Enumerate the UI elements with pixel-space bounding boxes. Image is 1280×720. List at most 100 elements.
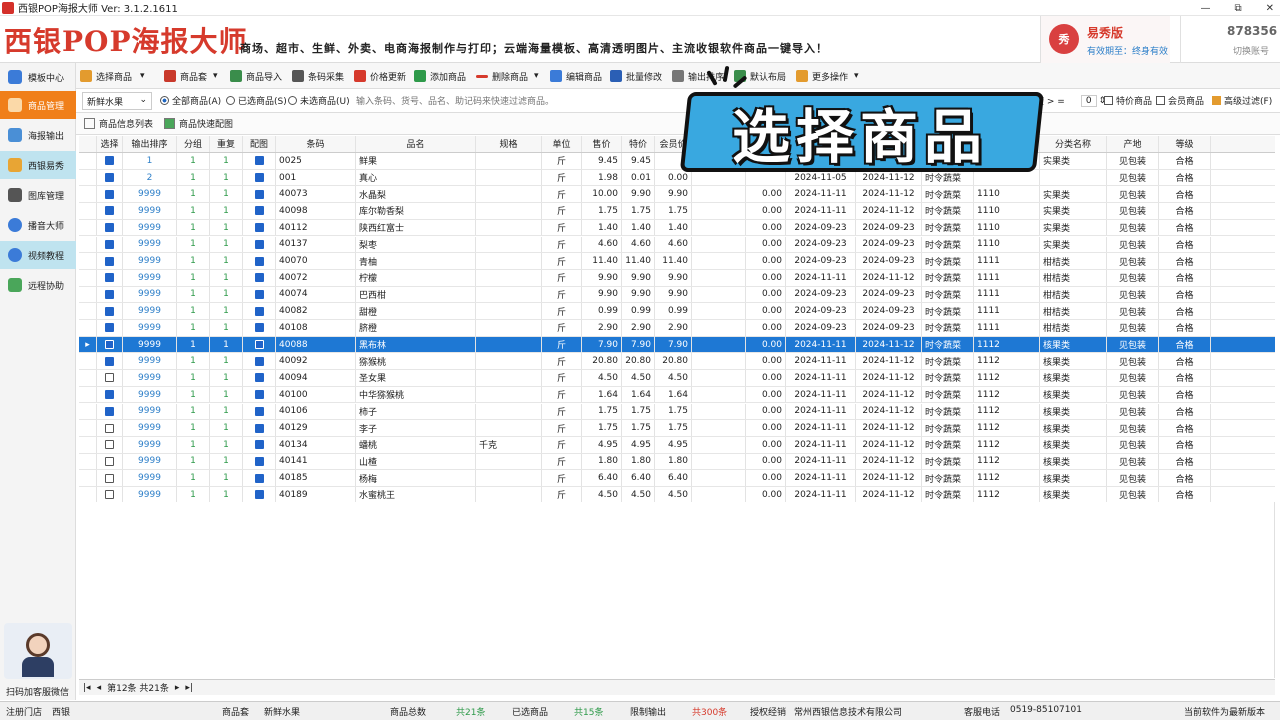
- image-checkbox[interactable]: [243, 403, 276, 420]
- category-select[interactable]: 新鲜水果 ⌄: [82, 92, 152, 110]
- table-row[interactable]: 9999 1 1 40112 陕西红富士斤 1.40 1.40 1.40 0.00 2024-09…: [79, 219, 1275, 237]
- sidebar-item-broadcast[interactable]: 播音大师: [0, 211, 76, 239]
- prev-page-icon[interactable]: ◂: [97, 683, 102, 693]
- price-update-button[interactable]: 价格更新: [354, 66, 406, 86]
- table-row[interactable]: 2 1 1 001 真心斤 1.98 0.01 0.00 2024-11-05 2024-11-1…: [79, 169, 1275, 187]
- column-header[interactable]: 条码: [276, 136, 356, 152]
- image-checkbox[interactable]: [243, 153, 276, 169]
- product-import-button[interactable]: 商品导入: [230, 66, 282, 86]
- select-checkbox[interactable]: [97, 420, 123, 436]
- select-checkbox[interactable]: [97, 236, 123, 253]
- table-row[interactable]: 9999 1 1 40141 山楂斤 1.80 1.80 1.80 0.00 2024-11-11…: [79, 453, 1275, 471]
- image-checkbox[interactable]: [243, 203, 276, 219]
- tab-quick-image[interactable]: 商品快速配图: [164, 117, 233, 130]
- column-header[interactable]: 配图: [243, 136, 276, 152]
- table-row[interactable]: 9999 1 1 40185 杨梅斤 6.40 6.40 6.40 0.00 2024-11-11…: [79, 470, 1275, 487]
- table-row[interactable]: 9999 1 1 40082 甜橙斤 0.99 0.99 0.99 0.00 2024-09-23…: [79, 303, 1275, 320]
- advanced-filter-button[interactable]: 高级过滤(F): [1212, 94, 1272, 107]
- table-row[interactable]: 1 1 1 0025 鲜果斤 9.45 9.45 实果类 见包装 合格: [79, 153, 1275, 170]
- select-checkbox[interactable]: [97, 269, 123, 286]
- select-checkbox[interactable]: [97, 286, 123, 303]
- special-checkbox[interactable]: 特价商品: [1104, 94, 1152, 107]
- first-page-icon[interactable]: |◂: [83, 683, 91, 693]
- select-checkbox[interactable]: [97, 386, 123, 403]
- image-checkbox[interactable]: [243, 236, 276, 253]
- column-header[interactable]: 等级: [1159, 136, 1211, 152]
- radio-selected-products[interactable]: 已选商品(S): [226, 94, 287, 107]
- select-checkbox[interactable]: [97, 487, 123, 503]
- column-header[interactable]: 重复: [210, 136, 243, 152]
- table-row[interactable]: 9999 1 1 40108 脐橙斤 2.90 2.90 2.90 0.00 2024-09-23…: [79, 320, 1275, 337]
- sidebar-item-templates[interactable]: 模板中心: [0, 63, 76, 91]
- select-checkbox[interactable]: [97, 253, 123, 269]
- select-checkbox[interactable]: [97, 303, 123, 319]
- sidebar-item-video-tutorial[interactable]: 视频教程: [0, 241, 76, 269]
- table-row[interactable]: 9999 1 1 40100 中华猕猴桃斤 1.64 1.64 1.64 0.00 2024-11…: [79, 386, 1275, 404]
- switch-account-link[interactable]: 切换账号: [1233, 44, 1269, 57]
- column-header[interactable]: 输出排序: [123, 136, 177, 152]
- column-header[interactable]: 特价: [622, 136, 655, 152]
- column-header[interactable]: [79, 136, 97, 152]
- add-product-button[interactable]: 添加商品: [414, 66, 466, 86]
- column-header[interactable]: 规格: [476, 136, 542, 152]
- table-row[interactable]: 9999 1 1 40073 水晶梨斤 10.00 9.90 9.90 0.00 2024-11-…: [79, 186, 1275, 204]
- radio-unselected-products[interactable]: 未选商品(U): [288, 94, 350, 107]
- table-row[interactable]: 9999 1 1 40072 柠檬斤 9.90 9.90 9.90 0.00 2024-11-11…: [79, 269, 1275, 287]
- radio-all-products[interactable]: 全部商品(A): [160, 94, 221, 107]
- table-row[interactable]: 9999 1 1 40092 猕猴桃斤 20.80 20.80 20.80 0.00 2024-1…: [79, 353, 1275, 371]
- image-checkbox[interactable]: [243, 186, 276, 203]
- product-set-button[interactable]: 商品套 ▾: [164, 66, 218, 86]
- sidebar-item-gallery[interactable]: 图库管理: [0, 181, 76, 209]
- close-button[interactable]: ✕: [1266, 3, 1274, 14]
- sidebar-item-poster-output[interactable]: 海报输出: [0, 121, 76, 149]
- select-checkbox[interactable]: [97, 336, 123, 353]
- image-checkbox[interactable]: [243, 320, 276, 336]
- column-header[interactable]: 选择: [97, 136, 123, 152]
- select-checkbox[interactable]: [97, 320, 123, 336]
- table-row[interactable]: 9999 1 1 40074 巴西柑斤 9.90 9.90 9.90 0.00 2024-09-2…: [79, 286, 1275, 304]
- image-checkbox[interactable]: [243, 286, 276, 303]
- image-checkbox[interactable]: [243, 487, 276, 503]
- barcode-collect-button[interactable]: 条码采集: [292, 66, 344, 86]
- column-header[interactable]: 售价: [582, 136, 622, 152]
- column-header[interactable]: 分组: [177, 136, 210, 152]
- select-checkbox[interactable]: [97, 370, 123, 386]
- table-row[interactable]: 9999 1 1 40137 梨枣斤 4.60 4.60 4.60 0.00 2024-09-23…: [79, 236, 1275, 254]
- image-checkbox[interactable]: [243, 453, 276, 470]
- select-checkbox[interactable]: [97, 470, 123, 486]
- table-row[interactable]: 9999 1 1 40070 青柚斤 11.40 11.40 11.40 0.00 2024-09…: [79, 253, 1275, 270]
- edit-product-button[interactable]: 编辑商品: [550, 66, 602, 86]
- image-checkbox[interactable]: [243, 353, 276, 370]
- tab-product-list[interactable]: 商品信息列表: [84, 117, 153, 130]
- select-products-button[interactable]: 选择商品 ▾: [80, 66, 145, 86]
- next-page-icon[interactable]: ▸: [175, 683, 180, 693]
- table-row[interactable]: 9999 1 1 40098 库尔勒香梨斤 1.75 1.75 1.75 0.00 2024-11…: [79, 203, 1275, 220]
- last-page-icon[interactable]: ▸|: [185, 683, 193, 693]
- select-checkbox[interactable]: [97, 153, 123, 169]
- sidebar-item-remote-help[interactable]: 远程协助: [0, 271, 76, 299]
- customer-service-avatar[interactable]: [4, 623, 72, 679]
- search-input[interactable]: [352, 92, 702, 110]
- name-length-input[interactable]: 0: [1080, 94, 1097, 107]
- minimize-button[interactable]: —: [1200, 3, 1210, 14]
- image-checkbox[interactable]: [243, 370, 276, 386]
- table-row[interactable]: 9999 1 1 40129 李子斤 1.75 1.75 1.75 0.00 2024-11-11…: [79, 420, 1275, 437]
- image-checkbox[interactable]: [243, 303, 276, 319]
- edition-panel[interactable]: 秀 易秀版 有效期至：终身有效: [1040, 16, 1170, 63]
- image-checkbox[interactable]: [243, 436, 276, 453]
- sidebar-item-yixiu[interactable]: 西银易秀: [0, 151, 76, 179]
- image-checkbox[interactable]: [243, 420, 276, 436]
- select-checkbox[interactable]: [97, 169, 123, 186]
- table-row[interactable]: 9999 1 1 40094 圣女果斤 4.50 4.50 4.50 0.00 2024-11-1…: [79, 370, 1275, 387]
- maximize-button[interactable]: ⧉: [1234, 3, 1241, 14]
- table-row[interactable]: 9999 1 1 40106 柿子斤 1.75 1.75 1.75 0.00 2024-11-11…: [79, 403, 1275, 421]
- column-header[interactable]: 产地: [1107, 136, 1159, 152]
- delete-product-button[interactable]: 删除商品 ▾: [476, 66, 539, 86]
- select-checkbox[interactable]: [97, 203, 123, 219]
- member-checkbox[interactable]: 会员商品: [1156, 94, 1204, 107]
- column-header[interactable]: 品名: [356, 136, 476, 152]
- column-header[interactable]: 单位: [542, 136, 582, 152]
- account-panel[interactable]: 878356 切换账号: [1180, 16, 1280, 63]
- table-row[interactable]: ▸ 9999 1 1 40088 黑布林斤 7.90 7.90 7.90 0.00 2024-11-…: [79, 336, 1275, 354]
- image-checkbox[interactable]: [243, 269, 276, 286]
